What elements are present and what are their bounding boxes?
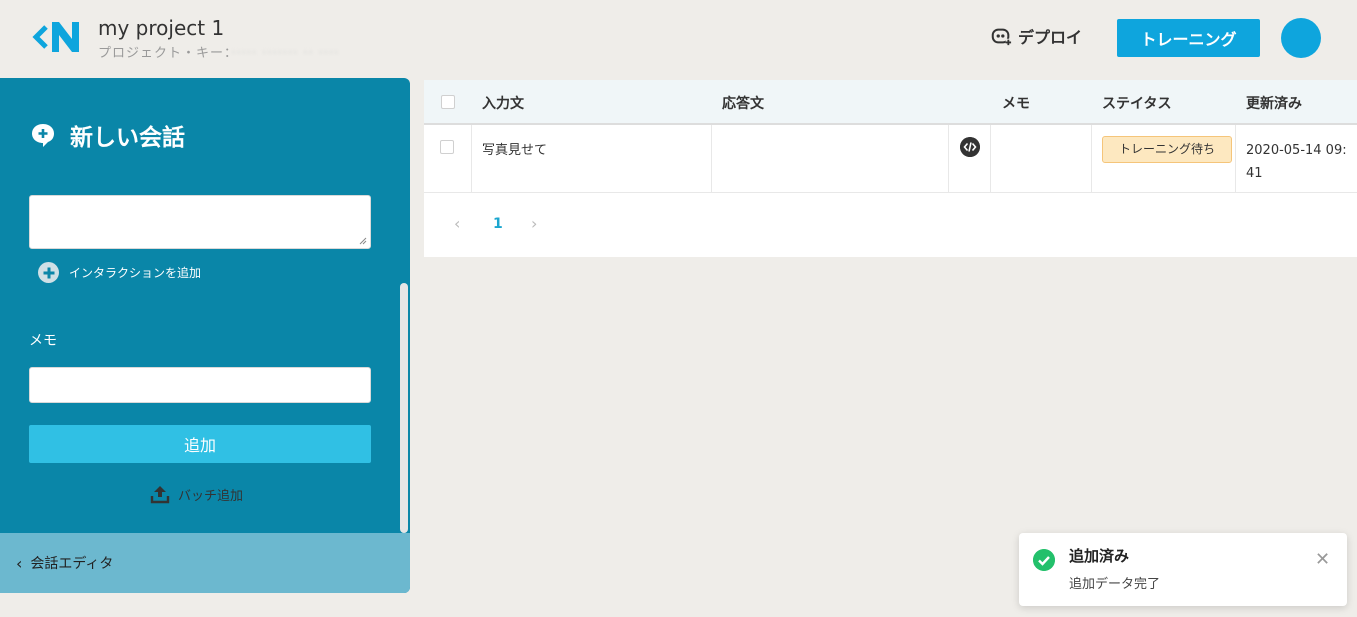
notification-title: 追加済み [1069, 547, 1130, 565]
row-checkbox[interactable] [440, 140, 454, 154]
success-notification: 追加済み 追加データ完了 ✕ [1019, 533, 1347, 606]
batch-add-button[interactable]: バッチ追加 [150, 484, 243, 504]
code-icon[interactable] [960, 137, 980, 157]
column-header-status[interactable]: ステイタス [1102, 93, 1171, 113]
resize-handle-icon[interactable] [359, 237, 367, 245]
bot-icon [991, 28, 1012, 46]
sidebar-scrollbar[interactable] [400, 283, 408, 533]
add-button[interactable]: 追加 [29, 425, 371, 463]
column-divider [990, 125, 991, 192]
column-divider [711, 125, 712, 192]
chevron-left-icon: ‹ [16, 553, 23, 573]
select-all-checkbox[interactable] [441, 95, 455, 109]
conversation-table: 入力文 応答文 メモ ステイタス 更新済み 写真見せて トレーニング待ち 202… [424, 80, 1357, 257]
page-number[interactable]: 1 [493, 216, 503, 232]
cell-input[interactable]: 写真見せて [482, 139, 547, 158]
deploy-button[interactable]: デプロイ [990, 24, 1082, 48]
table-row[interactable]: 写真見せて トレーニング待ち 2020-05-14 09:41 [424, 125, 1357, 193]
close-icon[interactable]: ✕ [1315, 549, 1330, 570]
table-header: 入力文 応答文 メモ ステイタス 更新済み [424, 80, 1357, 125]
panel-title: 新しい会話 [30, 118, 185, 152]
pagination: ‹ 1 › [424, 210, 624, 240]
top-header: my project 1 プロジェクト・キー：····· ······· ·· … [0, 0, 1357, 78]
upload-icon [150, 486, 170, 504]
add-interaction-label: インタラクションを追加 [69, 266, 202, 280]
memo-label: メモ [29, 333, 57, 349]
project-title: my project 1 [98, 16, 225, 40]
plus-circle-icon [38, 262, 59, 283]
project-key-value: ····· ······· ·· ···· [231, 46, 340, 61]
new-conversation-panel: 新しい会話 インタラクションを追加 メモ 追加 バッチ追加 ‹ 会話エディタ [0, 78, 410, 593]
column-header-memo[interactable]: メモ [1002, 93, 1030, 113]
input-sentence-field[interactable] [29, 195, 371, 249]
chevron-right-icon[interactable]: › [531, 214, 537, 233]
column-divider [948, 125, 949, 192]
project-key: プロジェクト・キー：····· ······· ·· ···· [98, 42, 339, 61]
status-badge: トレーニング待ち [1102, 136, 1232, 163]
check-circle-icon [1033, 549, 1055, 571]
cell-updated: 2020-05-14 09:41 [1246, 143, 1347, 181]
avatar[interactable] [1281, 18, 1321, 58]
chat-plus-icon [32, 124, 54, 147]
column-divider [1235, 125, 1236, 192]
training-button[interactable]: トレーニング [1117, 19, 1260, 57]
chevron-left-icon[interactable]: ‹ [454, 214, 460, 233]
column-divider [471, 125, 472, 192]
column-divider [1091, 125, 1092, 192]
memo-field[interactable] [29, 367, 371, 403]
panel-title-text: 新しい会話 [70, 125, 185, 151]
column-header-response[interactable]: 応答文 [722, 93, 764, 113]
project-key-label: プロジェクト・キー： [98, 46, 232, 61]
conversation-editor-toggle[interactable]: ‹ 会話エディタ [0, 533, 410, 593]
batch-add-label: バッチ追加 [178, 488, 244, 504]
deploy-label: デプロイ [1018, 28, 1083, 47]
notification-message: 追加データ完了 [1069, 577, 1161, 592]
add-interaction-button[interactable]: インタラクションを追加 [38, 262, 201, 283]
column-header-input[interactable]: 入力文 [482, 93, 524, 113]
logo-icon[interactable] [32, 18, 82, 56]
column-header-updated[interactable]: 更新済み [1246, 93, 1302, 113]
conversation-editor-label: 会話エディタ [30, 556, 114, 572]
